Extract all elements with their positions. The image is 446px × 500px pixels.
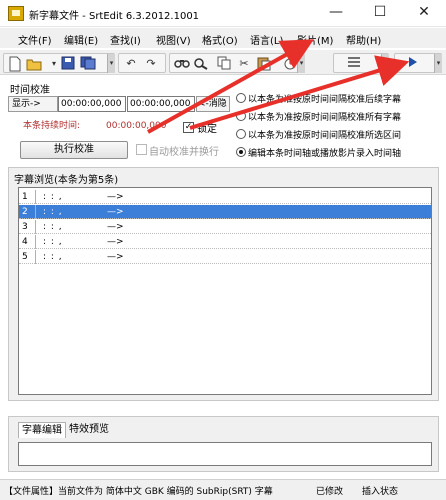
paste-icon[interactable] <box>256 56 272 72</box>
radio-circle-icon <box>236 93 246 103</box>
minimize-button[interactable]: — <box>314 0 358 27</box>
maximize-button[interactable]: ☐ <box>358 0 402 27</box>
subtitle-browse-title: 字幕浏览(本条为第5条) <box>14 175 119 186</box>
list-item[interactable]: 3 : : , —> <box>19 220 431 234</box>
list-item[interactable]: 4 : : , —> <box>19 235 431 249</box>
save-all-icon[interactable] <box>80 56 96 72</box>
new-file-icon[interactable] <box>7 56 23 72</box>
execute-calibration-button[interactable]: 执行校准 <box>20 141 128 159</box>
radio-calibrate-all[interactable]: 以本条为准按原时间间隔校准所有字幕 <box>236 111 401 125</box>
menu-language[interactable]: 语言(L) <box>250 32 283 47</box>
menu-movie[interactable]: 影片(M) <box>297 32 333 47</box>
toolbar-overflow-icon[interactable]: ▾ <box>381 54 389 73</box>
menu-file[interactable]: 文件(F) <box>18 32 52 47</box>
menu-help[interactable]: 帮助(H) <box>346 32 381 47</box>
cut-icon[interactable]: ✂ <box>236 56 252 72</box>
radio-circle-icon <box>236 111 246 121</box>
list-item-selected[interactable]: 2 : : , —> <box>19 205 431 219</box>
open-folder-icon[interactable] <box>26 56 42 72</box>
status-file-info: 【文件属性】当前文件为 简体中文 GBK 编码的 SubRip(SRT) 字幕 <box>4 487 273 497</box>
toolbar-group-undo: ↶ ↷ <box>118 53 166 73</box>
menu-bar: 文件(F) 编辑(E) 查找(I) 视图(V) 格式(O) 语言(L) 影片(M… <box>0 28 446 48</box>
toolbar: ▾ ▾ ↶ ↷ ✂ ▾ ▾ ▾ <box>0 49 446 75</box>
status-insert-mode: 插入状态 <box>362 487 399 497</box>
list-view-icon[interactable] <box>346 56 362 72</box>
toolbar-group-edit: ✂ ▾ <box>169 53 305 73</box>
toolbar-overflow-icon[interactable]: ▾ <box>434 54 442 73</box>
toolbar-overflow-icon[interactable]: ▾ <box>107 54 115 73</box>
auto-calibrate-checkbox[interactable] <box>136 144 147 155</box>
menu-find[interactable]: 查找(I) <box>110 32 141 47</box>
find-next-icon[interactable] <box>194 56 210 72</box>
duration-value: 00:00:00,000 <box>106 121 167 131</box>
timing-section-label: 时间校准 <box>10 85 50 96</box>
display-label: 显示-> <box>8 96 58 112</box>
menu-edit[interactable]: 编辑(E) <box>64 32 98 47</box>
save-icon[interactable] <box>60 56 76 72</box>
subtitle-list[interactable]: 1 : : , —> 2 : : , —> 3 : : , —> 4 : : ,… <box>18 187 432 395</box>
play-icon[interactable] <box>405 56 421 72</box>
close-button[interactable]: ✕ <box>402 0 446 27</box>
toolbar-group-view: ▾ <box>333 53 389 73</box>
start-time-input[interactable]: 00:00:00,000 <box>58 96 126 112</box>
app-icon <box>8 6 24 21</box>
radio-edit-timeline[interactable]: 编辑本条时间轴或播放影片录入时间轴 <box>236 147 401 161</box>
toolbar-group-play: ▾ <box>394 53 442 73</box>
toolbar-overflow-icon[interactable]: ▾ <box>297 54 305 73</box>
calibration-mode-group: 以本条为准按原时间间隔校准后续字幕 以本条为准按原时间间隔校准所有字幕 以本条为… <box>236 93 444 165</box>
hide-label: <-消隐 <box>196 96 230 112</box>
status-bar: 【文件属性】当前文件为 简体中文 GBK 编码的 SubRip(SRT) 字幕 … <box>0 479 446 500</box>
status-modified: 已修改 <box>316 487 344 497</box>
menu-format[interactable]: 格式(O) <box>202 32 238 47</box>
subtitle-edit-textarea[interactable] <box>18 442 432 466</box>
tab-effect-preview[interactable]: 特效预览 <box>66 422 112 438</box>
toolbar-group-file: ▾ ▾ <box>3 53 115 73</box>
radio-checked-icon <box>236 147 246 157</box>
lock-checkbox[interactable]: ✓ <box>183 122 194 133</box>
lock-label: 锁定 <box>197 124 217 135</box>
list-item[interactable]: 5 : : , —> <box>19 250 431 264</box>
tab-subtitle-edit[interactable]: 字幕编辑 <box>18 422 66 438</box>
redo-icon[interactable]: ↷ <box>143 56 159 72</box>
timing-icon[interactable] <box>282 56 298 72</box>
list-item[interactable]: 1 : : , —> <box>19 190 431 204</box>
radio-calibrate-following[interactable]: 以本条为准按原时间间隔校准后续字幕 <box>236 93 401 107</box>
window-title: 新字幕文件 - SrtEdit 6.3.2012.1001 <box>29 11 200 22</box>
menu-view[interactable]: 视图(V) <box>156 32 191 47</box>
find-icon[interactable] <box>174 56 190 72</box>
auto-calibrate-label: 自动校准并换行 <box>149 147 219 158</box>
undo-icon[interactable]: ↶ <box>123 56 139 72</box>
radio-calibrate-selection[interactable]: 以本条为准按原时间间隔校准所选区间 <box>236 129 401 143</box>
copy-icon[interactable] <box>216 56 232 72</box>
title-bar: 新字幕文件 - SrtEdit 6.3.2012.1001 — ☐ ✕ <box>0 0 446 27</box>
end-time-input[interactable]: 00:00:00,000 <box>127 96 195 112</box>
radio-circle-icon <box>236 129 246 139</box>
